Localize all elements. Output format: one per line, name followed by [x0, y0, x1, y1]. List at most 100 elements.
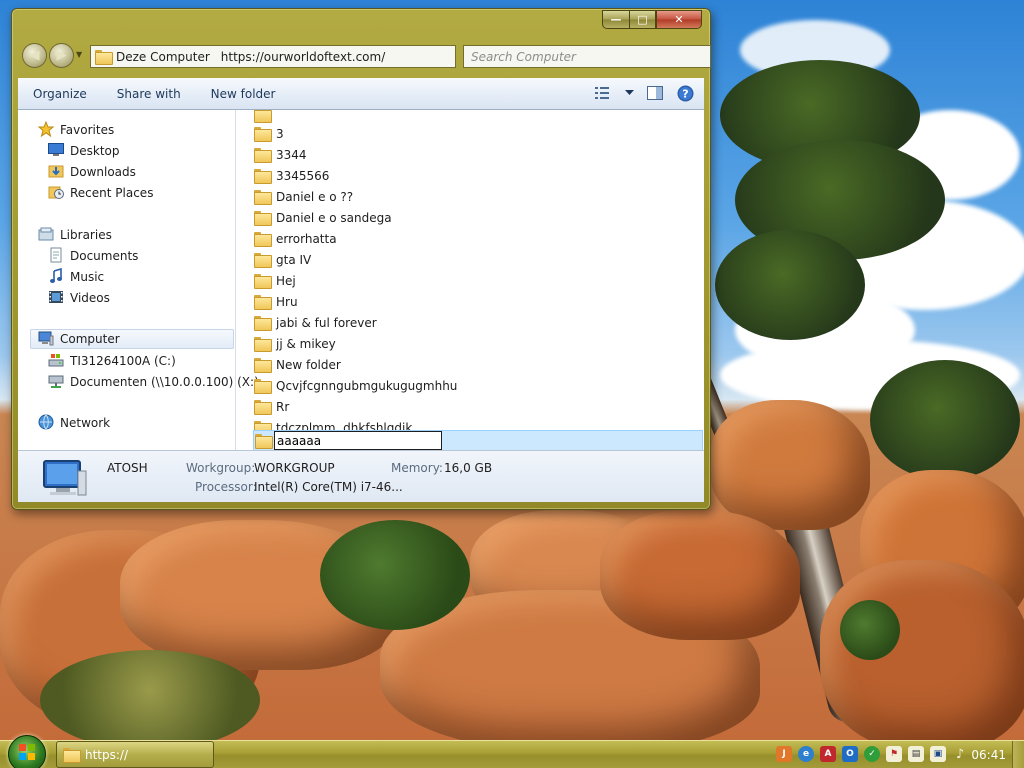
maximize-button[interactable]: □ — [629, 10, 656, 29]
list-item[interactable]: jj & mikey — [254, 333, 336, 354]
list-item[interactable]: New folder — [254, 354, 341, 375]
content-area: Favorites Desktop Downloads Recent Place… — [18, 110, 704, 450]
network-globe-icon[interactable]: e — [798, 746, 814, 762]
monitor-icon[interactable]: ▣ — [930, 746, 946, 762]
list-item[interactable]: jabi & ful forever — [254, 312, 377, 333]
list-item[interactable]: 3345566 — [254, 165, 329, 186]
start-button[interactable] — [8, 735, 46, 768]
forward-button[interactable]: ▶ — [49, 43, 74, 68]
list-item[interactable]: 3 — [254, 123, 284, 144]
memory-value: 16,0 GB — [444, 461, 493, 475]
folder-icon — [254, 110, 272, 123]
item-name: Daniel e o sandega — [276, 210, 392, 225]
list-item[interactable]: 3344 — [254, 144, 307, 165]
pdf-icon[interactable]: A — [820, 746, 836, 762]
folder-icon — [254, 295, 272, 310]
item-name: jj & mikey — [276, 336, 336, 351]
clipboard-icon[interactable]: ▤ — [908, 746, 924, 762]
share-with-button[interactable]: Share with — [102, 87, 196, 101]
taskbar-button-label: https:// — [85, 747, 129, 762]
nav-item-drive-c[interactable]: TI31264100A (C:) — [48, 351, 176, 371]
navigation-pane: Favorites Desktop Downloads Recent Place… — [18, 110, 259, 450]
nav-computer[interactable]: Computer — [30, 329, 234, 349]
item-name: Daniel e o ?? — [276, 189, 354, 204]
nav-item-desktop[interactable]: Desktop — [48, 141, 120, 161]
view-options-chevron-icon[interactable] — [624, 84, 634, 102]
folder-icon — [254, 379, 272, 394]
nav-item-downloads[interactable]: Downloads — [48, 162, 136, 182]
item-name: jabi & ful forever — [276, 315, 377, 330]
nav-item-videos[interactable]: Videos — [48, 288, 110, 308]
rename-input[interactable] — [274, 431, 442, 450]
volume-icon[interactable]: ♪ — [952, 746, 968, 762]
folder-icon — [255, 434, 273, 449]
list-item-renaming[interactable] — [253, 430, 703, 450]
flag-icon[interactable]: ⚑ — [886, 746, 902, 762]
command-bar: Organize Share with New folder ? — [18, 78, 704, 110]
nav-item-label: Downloads — [70, 165, 136, 179]
star-icon — [37, 120, 55, 140]
item-name: gta IV — [276, 252, 312, 267]
film-icon — [48, 289, 64, 308]
minimize-button[interactable]: — — [602, 10, 629, 29]
clock[interactable]: 06:41 — [971, 748, 1006, 762]
nav-libraries[interactable]: Libraries — [38, 225, 112, 245]
item-name: 3345566 — [276, 168, 330, 183]
list-item[interactable]: Qcvjfcgnngubmgukugugmhhu — [254, 375, 457, 396]
arrow-left-icon: ◀ — [29, 48, 40, 63]
folder-icon — [63, 748, 81, 763]
folder-icon — [254, 169, 272, 184]
address-bar[interactable]: Deze Computer https://ourworldoftext.com… — [90, 45, 456, 68]
address-crumb[interactable]: Deze Computer — [116, 50, 210, 64]
documents-icon — [48, 247, 64, 266]
preview-pane-icon[interactable] — [646, 84, 664, 102]
back-button[interactable]: ◀ — [22, 43, 47, 68]
nav-item-label: TI31264100A (C:) — [70, 354, 176, 368]
taskbar-explorer-button[interactable]: https:// — [56, 741, 214, 768]
nav-favorites-label: Favorites — [60, 123, 115, 137]
close-button[interactable]: ✕ — [656, 10, 702, 29]
change-view-icon[interactable] — [594, 84, 612, 102]
security-check-icon[interactable]: ✓ — [864, 746, 880, 762]
item-name: Rr — [276, 399, 290, 414]
nav-item-music[interactable]: Music — [48, 267, 104, 287]
nav-network[interactable]: Network — [38, 413, 110, 433]
recent-pages-chevron-icon[interactable]: ▼ — [76, 50, 82, 59]
folder-icon — [254, 400, 272, 415]
help-icon[interactable]: ? — [676, 84, 694, 102]
list-item[interactable]: Daniel e o ?? — [254, 186, 353, 207]
file-list: 3 3344 3345566 Daniel e o ?? Daniel e o … — [247, 110, 704, 450]
downloads-icon — [48, 163, 64, 182]
folder-icon — [254, 127, 272, 142]
system-tray: J e A O ✓ ⚑ ▤ ▣ ♪ — [776, 746, 968, 762]
organize-button[interactable]: Organize — [18, 87, 102, 101]
nav-favorites[interactable]: Favorites — [37, 120, 115, 140]
nav-item-label: Recent Places — [70, 186, 154, 200]
folder-icon — [254, 316, 272, 331]
list-item[interactable]: Rr — [254, 396, 289, 417]
show-desktop-button[interactable] — [1012, 741, 1024, 768]
nav-item-network-drive-x[interactable]: Documenten (\\10.0.0.100) (X:) — [48, 372, 259, 392]
arrow-right-icon: ▶ — [56, 48, 67, 63]
item-name: errorhatta — [276, 231, 337, 246]
caption-buttons: — □ ✕ — [602, 10, 702, 29]
folder-icon — [254, 190, 272, 205]
new-folder-button[interactable]: New folder — [196, 87, 291, 101]
list-item[interactable]: Hru — [254, 291, 298, 312]
taskbar: https:// J e A O ✓ ⚑ ▤ ▣ ♪ 06:41 — [0, 735, 1024, 768]
nav-item-recent-places[interactable]: Recent Places — [48, 183, 153, 203]
nav-item-documents[interactable]: Documents — [48, 246, 138, 266]
list-item[interactable]: Daniel e o sandega — [254, 207, 392, 228]
java-icon[interactable]: J — [776, 746, 792, 762]
nav-item-label: Videos — [70, 291, 110, 305]
search-input[interactable] — [471, 49, 710, 64]
search-box[interactable] — [463, 45, 711, 68]
outlook-icon[interactable]: O — [842, 746, 858, 762]
list-item[interactable]: Hej — [254, 270, 296, 291]
minimize-icon: — — [610, 13, 622, 26]
list-item[interactable]: gta IV — [254, 249, 311, 270]
address-url[interactable]: https://ourworldoftext.com/ — [221, 50, 385, 64]
list-item[interactable]: errorhatta — [254, 228, 337, 249]
nav-item-label: Desktop — [70, 144, 120, 158]
view-controls: ? — [594, 84, 694, 102]
